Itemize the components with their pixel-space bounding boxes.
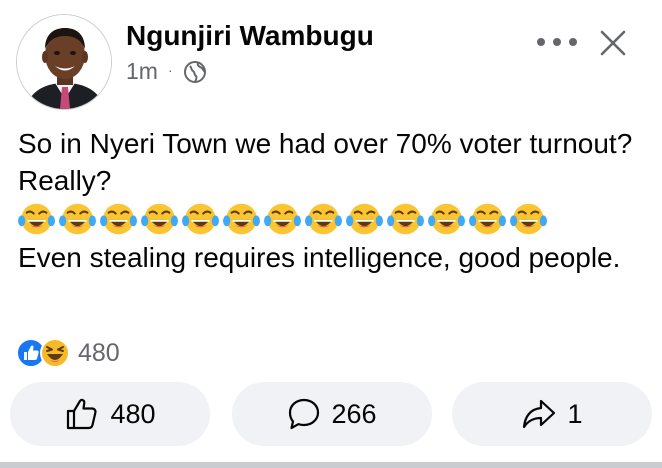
post-body: So in Nyeri Town we had over 70% voter t…	[18, 125, 638, 276]
share-count: 1	[567, 398, 583, 429]
laughing-emoji-icon	[305, 203, 342, 235]
laughing-emoji-icon	[264, 203, 301, 235]
comment-icon	[289, 398, 320, 430]
close-icon[interactable]	[598, 28, 628, 58]
haha-icon	[40, 338, 70, 368]
laughing-emoji-icon	[469, 203, 506, 235]
thumbs-up-icon	[67, 398, 98, 430]
globe-icon[interactable]	[183, 60, 207, 84]
laughing-emoji-icon	[428, 203, 465, 235]
laughing-emoji-icon	[59, 203, 96, 235]
post-text-line2: Even stealing requires intelligence, goo…	[18, 242, 621, 273]
laugh-emoji-row	[18, 199, 638, 239]
more-options-icon[interactable]	[537, 30, 577, 54]
like-button[interactable]: 480	[10, 382, 210, 446]
laughing-emoji-icon	[346, 203, 383, 235]
laughing-emoji-icon	[387, 203, 424, 235]
comment-button[interactable]: 266	[232, 382, 432, 446]
more-dot	[553, 38, 561, 46]
share-icon	[523, 399, 556, 429]
more-dot	[569, 38, 577, 46]
post-meta: 1m ·	[126, 58, 207, 85]
laughing-emoji-icon	[510, 203, 547, 235]
reaction-count: 480	[78, 338, 120, 367]
laughing-emoji-icon	[141, 203, 178, 235]
meta-separator: ·	[167, 61, 173, 78]
author-name[interactable]: Ngunjiri Wambugu	[126, 20, 374, 52]
author-photo	[17, 15, 111, 109]
comment-count: 266	[331, 398, 377, 429]
laughing-emoji-icon	[18, 203, 55, 235]
more-dot	[537, 38, 545, 46]
laughing-emoji-icon	[100, 203, 137, 235]
post-text-line1: So in Nyeri Town we had over 70% voter t…	[18, 128, 633, 196]
post-time[interactable]: 1m	[126, 58, 158, 85]
like-count: 480	[110, 398, 156, 429]
author-avatar[interactable]	[16, 14, 112, 110]
share-button[interactable]: 1	[452, 382, 652, 446]
laughing-emoji-icon	[182, 203, 219, 235]
bottom-divider	[0, 462, 662, 468]
reaction-summary[interactable]: 480	[16, 337, 120, 369]
laughing-emoji-icon	[223, 203, 260, 235]
